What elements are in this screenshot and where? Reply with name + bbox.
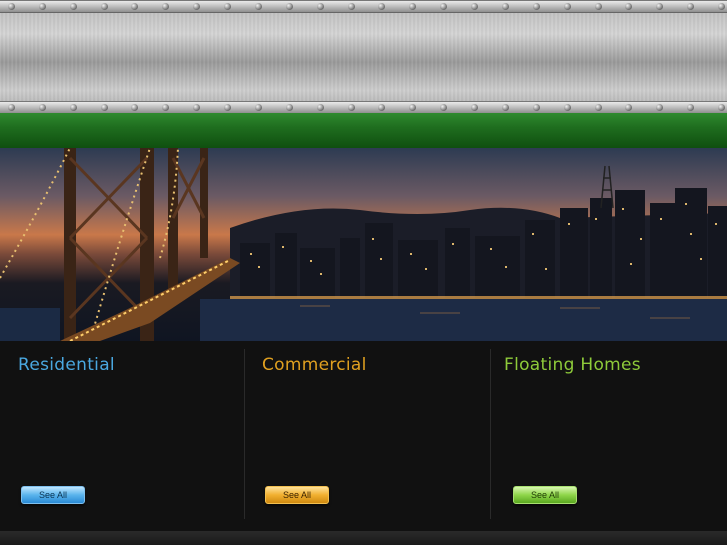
rivet-icon [440, 3, 448, 10]
rivet-icon [532, 104, 540, 111]
header-metal-panel [0, 0, 727, 114]
rivet-icon [162, 3, 170, 10]
rivet-icon [38, 104, 46, 111]
rivet-icon [8, 3, 15, 10]
rivet-icon [131, 3, 139, 10]
rivet-icon [193, 104, 201, 111]
rivet-icon [563, 104, 571, 111]
rivet-icon [285, 3, 293, 10]
see-all-commercial-button[interactable]: See All [265, 486, 329, 504]
rivet-icon [471, 104, 479, 111]
rivet-icon [316, 104, 324, 111]
rivet-icon [285, 104, 293, 111]
rivet-icon [409, 3, 417, 10]
see-all-residential-button[interactable]: See All [21, 486, 85, 504]
rivet-icon [501, 3, 509, 10]
rivet-icon [100, 104, 108, 111]
rivet-icon [224, 3, 232, 10]
rivet-icon [316, 3, 324, 10]
rivet-icon [409, 104, 417, 111]
services-section: Residential See All Commercial See All F… [0, 341, 727, 531]
rivet-icon [254, 3, 262, 10]
rivet-icon [625, 3, 633, 10]
footer-bar [0, 531, 727, 545]
rivet-icon [100, 3, 108, 10]
rivet-icon [38, 3, 46, 10]
rivet-icon [224, 104, 232, 111]
rivet-icon [131, 104, 139, 111]
rivet-icon [69, 104, 77, 111]
rivet-icon [656, 3, 664, 10]
rivet-icon [8, 104, 15, 111]
skyline-illustration [0, 148, 727, 341]
rivet-icon [563, 3, 571, 10]
banner-image-bay-bridge-skyline [0, 148, 727, 341]
column-commercial: Commercial See All [245, 341, 490, 531]
rivet-icon [471, 3, 479, 10]
green-nav-band [0, 113, 727, 148]
rivet-strip-top [0, 0, 727, 13]
rivet-icon [254, 104, 262, 111]
rivet-icon [718, 3, 725, 10]
rivet-icon [656, 104, 664, 111]
rivet-icon [347, 3, 355, 10]
rivet-icon [687, 3, 695, 10]
rivet-icon [625, 104, 633, 111]
page: Residential See All Commercial See All F… [0, 0, 727, 545]
rivet-icon [440, 104, 448, 111]
rivet-icon [532, 3, 540, 10]
rivet-icon [378, 104, 386, 111]
rivet-icon [687, 104, 695, 111]
see-all-floating-homes-button[interactable]: See All [513, 486, 577, 504]
rivet-icon [718, 104, 725, 111]
rivet-icon [69, 3, 77, 10]
column-floating-homes: Floating Homes See All [491, 341, 727, 531]
rivet-icon [347, 104, 355, 111]
column-title-residential: Residential [18, 355, 115, 375]
column-residential: Residential See All [0, 341, 244, 531]
column-title-floating-homes: Floating Homes [504, 355, 641, 375]
rivet-icon [594, 104, 602, 111]
rivet-icon [501, 104, 509, 111]
column-title-commercial: Commercial [262, 355, 367, 375]
rivet-icon [193, 3, 201, 10]
rivet-icon [378, 3, 386, 10]
rivet-icon [594, 3, 602, 10]
rivet-icon [162, 104, 170, 111]
